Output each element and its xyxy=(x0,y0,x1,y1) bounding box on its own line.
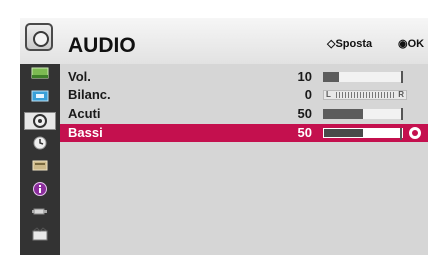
setup-icon xyxy=(32,160,48,171)
volume-slider[interactable] xyxy=(323,71,403,83)
treble-slider[interactable] xyxy=(323,108,403,120)
audio-settings-list: Vol. 10 Bilanc. 0 L R Acuti 50 Bassi 50 xyxy=(60,64,428,255)
move-hint: ◇Sposta xyxy=(327,38,373,50)
audio-icon xyxy=(33,114,47,128)
ok-select-icon[interactable] xyxy=(409,127,421,139)
setting-row-balance[interactable]: Bilanc. 0 L R xyxy=(60,86,428,104)
balance-scale xyxy=(336,92,394,98)
slider-fill xyxy=(323,72,339,82)
audio-osd-menu: AUDIO ◇Sposta ◉OK Vol. 10 Bilanc. 0 L R … xyxy=(20,18,428,255)
setting-value: 0 xyxy=(304,87,312,102)
input-icon xyxy=(32,208,47,215)
setting-row-volume[interactable]: Vol. 10 xyxy=(60,68,428,86)
setting-label: Acuti xyxy=(68,106,101,121)
slider-end-cap xyxy=(400,128,402,140)
sidebar xyxy=(20,64,60,255)
balance-left-label: L xyxy=(326,90,331,99)
setting-value: 50 xyxy=(297,106,312,121)
menu-header: AUDIO ◇Sposta ◉OK xyxy=(20,18,428,65)
slider-fill xyxy=(323,109,363,119)
slider-end-cap xyxy=(401,108,403,120)
bass-slider[interactable] xyxy=(323,128,403,140)
sidebar-item-audio[interactable] xyxy=(24,112,56,130)
sidebar-item-time[interactable] xyxy=(24,135,56,153)
setting-label: Bilanc. xyxy=(68,87,111,102)
setting-row-treble[interactable]: Acuti 50 xyxy=(60,105,428,123)
sidebar-item-screen[interactable] xyxy=(24,89,56,107)
setting-label: Vol. xyxy=(68,69,91,84)
setting-label: Bassi xyxy=(68,125,103,140)
slider-end-cap xyxy=(401,71,403,83)
sidebar-item-picture[interactable] xyxy=(24,66,56,84)
sidebar-item-input[interactable] xyxy=(24,204,56,222)
ok-hint: ◉OK xyxy=(398,38,425,50)
setting-row-bass[interactable]: Bassi 50 xyxy=(60,124,428,142)
slider-fill xyxy=(324,129,363,137)
balance-right-label: R xyxy=(398,90,404,99)
setting-value: 10 xyxy=(297,69,312,84)
audio-icon xyxy=(25,23,53,51)
picture-icon xyxy=(31,67,49,79)
balance-slider[interactable]: L R xyxy=(323,90,407,100)
movie-icon xyxy=(32,227,48,241)
sidebar-item-setup[interactable] xyxy=(24,158,56,176)
page-title: AUDIO xyxy=(68,34,136,57)
info-icon xyxy=(33,182,47,196)
time-icon xyxy=(33,136,47,150)
sidebar-item-movie[interactable] xyxy=(24,227,56,245)
sidebar-item-info[interactable] xyxy=(24,181,56,199)
screen-icon xyxy=(31,90,49,102)
setting-value: 50 xyxy=(297,125,312,140)
